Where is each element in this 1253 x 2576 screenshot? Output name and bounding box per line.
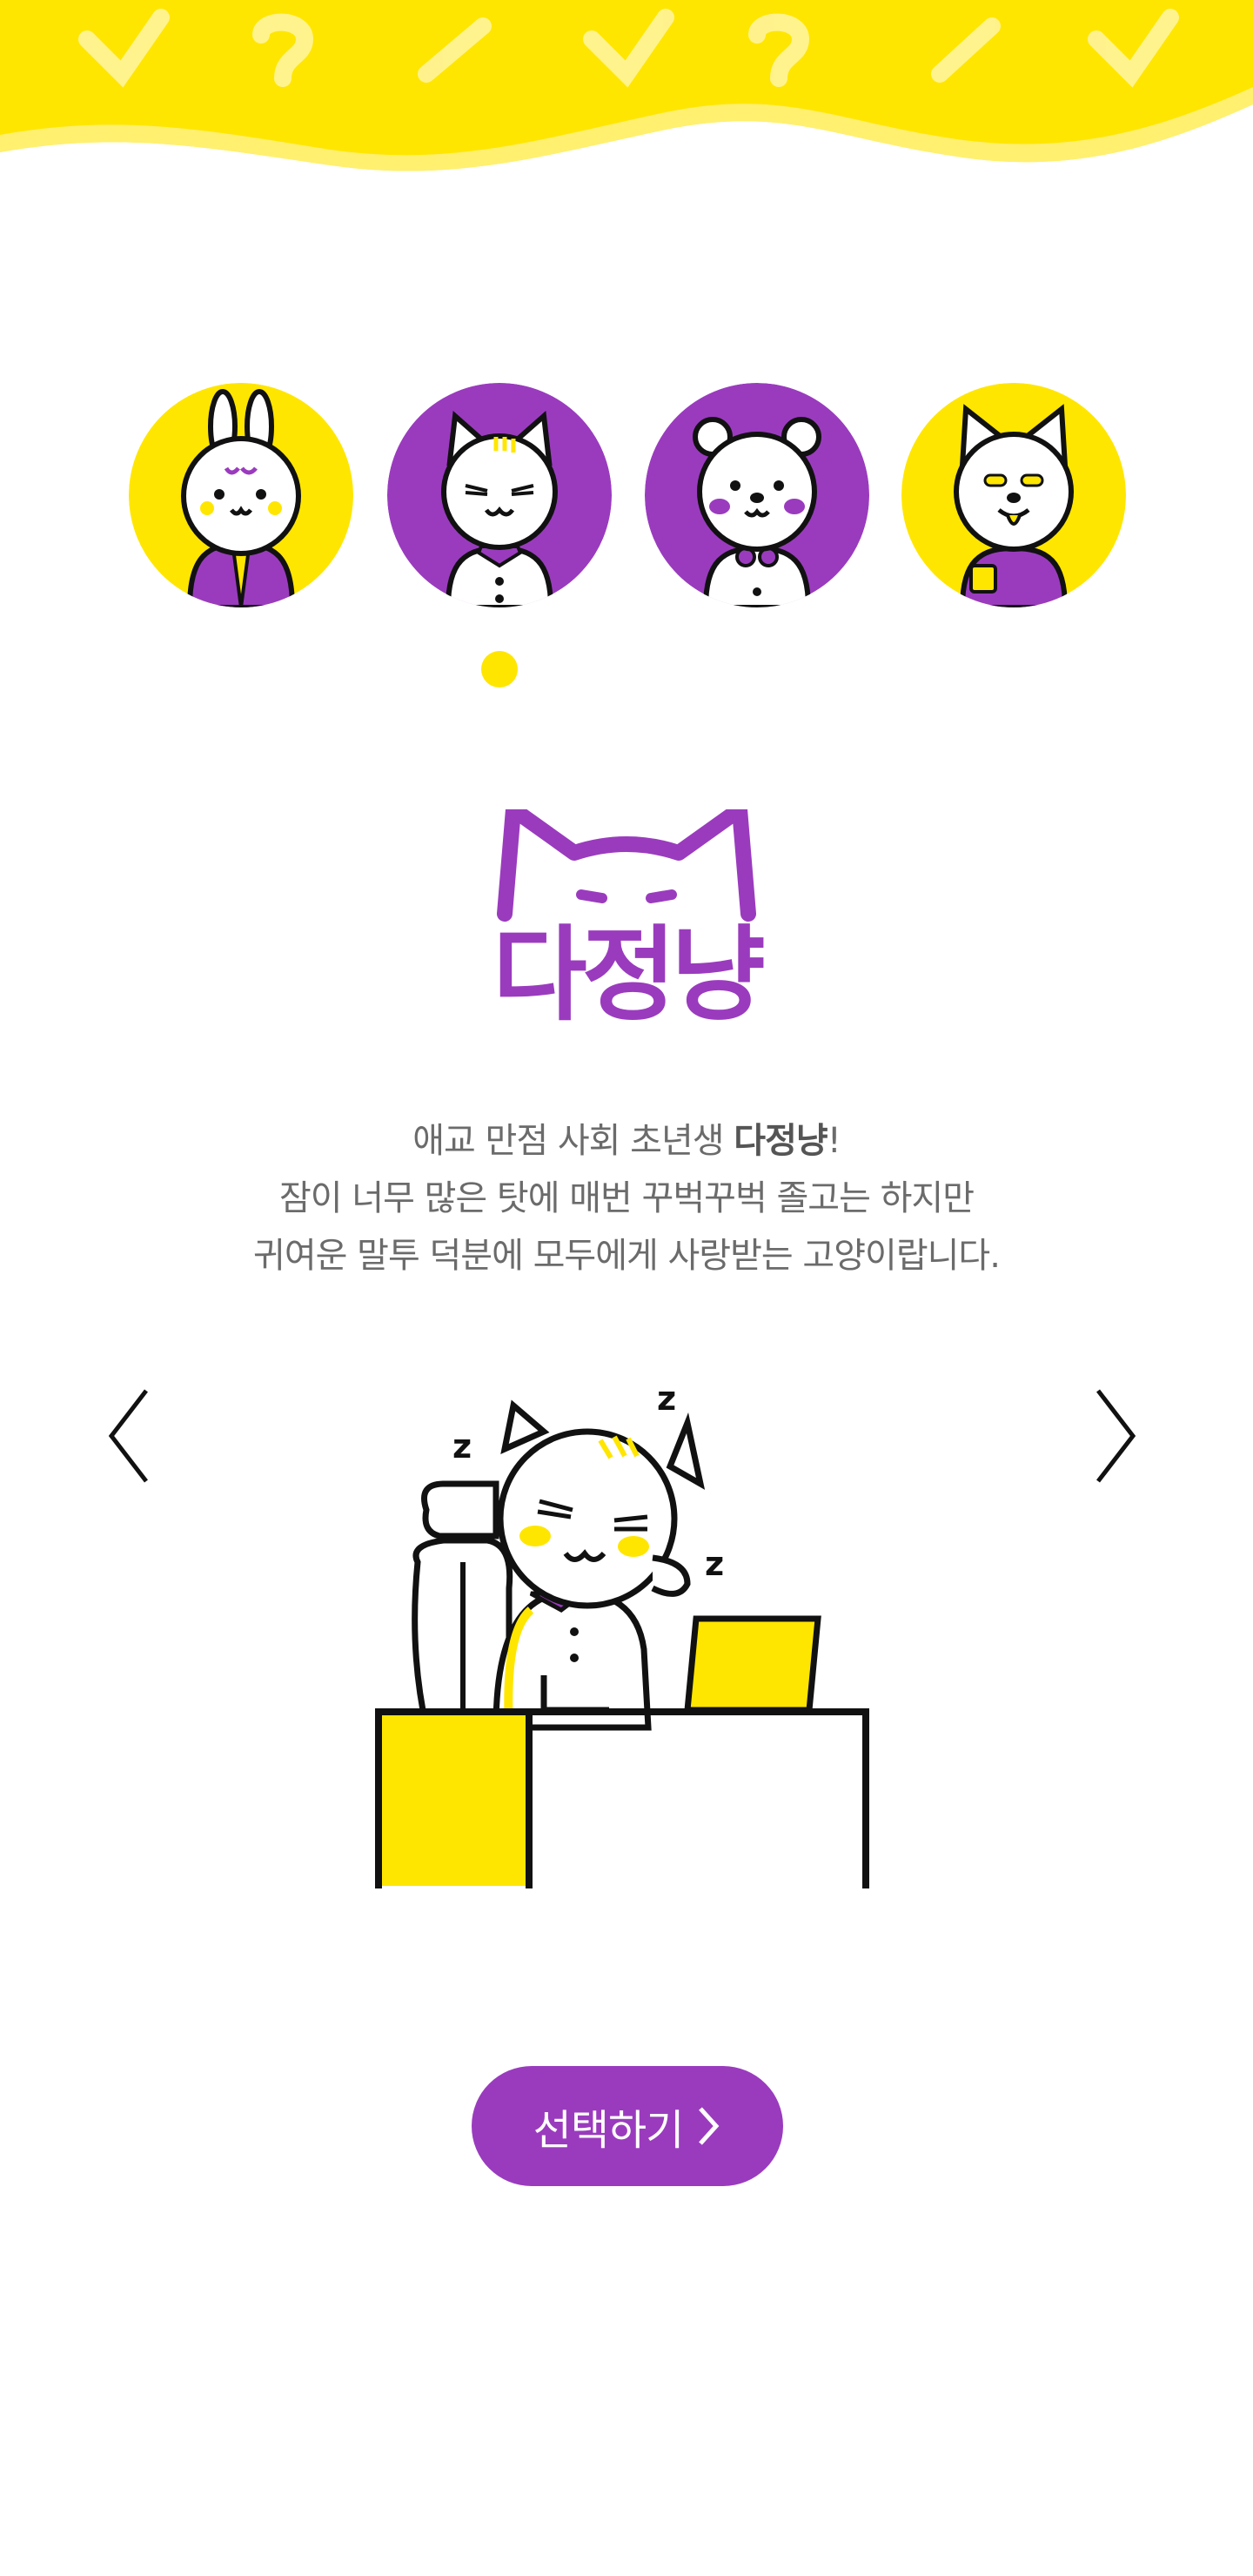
svg-text:z: z	[452, 1427, 472, 1466]
description-line-2: 잠이 너무 많은 탓에 매번 꾸벅꾸벅 졸고는 하지만	[278, 1178, 975, 1218]
top-wave-banner	[0, 0, 1253, 171]
chevron-left-icon[interactable]	[104, 1384, 157, 1488]
character-avatar-cat[interactable]	[387, 383, 612, 607]
description-line-3: 귀여운 말투 덕분에 모두에게 사랑받는 고양이랍니다.	[253, 1236, 1001, 1276]
character-avatar-bear[interactable]	[645, 383, 869, 607]
character-avatar-dog[interactable]	[901, 383, 1126, 607]
select-button[interactable]: 선택하기	[472, 2066, 783, 2186]
character-avatar-rabbit[interactable]	[129, 383, 353, 607]
character-description: 애교 만점 사회 초년생 다정냥! 잠이 너무 많은 탓에 매번 꾸벅꾸벅 졸고…	[0, 1112, 1253, 1285]
dog-icon	[901, 383, 1126, 607]
svg-text:z: z	[705, 1545, 724, 1583]
cat-icon	[387, 383, 612, 607]
character-name-title: 다정냥	[492, 915, 766, 1035]
character-selector	[0, 383, 1253, 627]
sleeping-cat-at-desk-illustration: z z z	[375, 1388, 869, 1888]
selected-indicator-dot	[481, 651, 518, 688]
chevron-right-icon	[699, 2107, 720, 2145]
svg-text:z: z	[657, 1388, 676, 1418]
bear-icon	[645, 383, 869, 607]
select-button-label: 선택하기	[533, 2106, 685, 2155]
description-line-1: 애교 만점 사회 초년생 다정냥!	[412, 1121, 841, 1161]
rabbit-icon	[129, 383, 353, 607]
chevron-right-icon[interactable]	[1088, 1384, 1140, 1488]
